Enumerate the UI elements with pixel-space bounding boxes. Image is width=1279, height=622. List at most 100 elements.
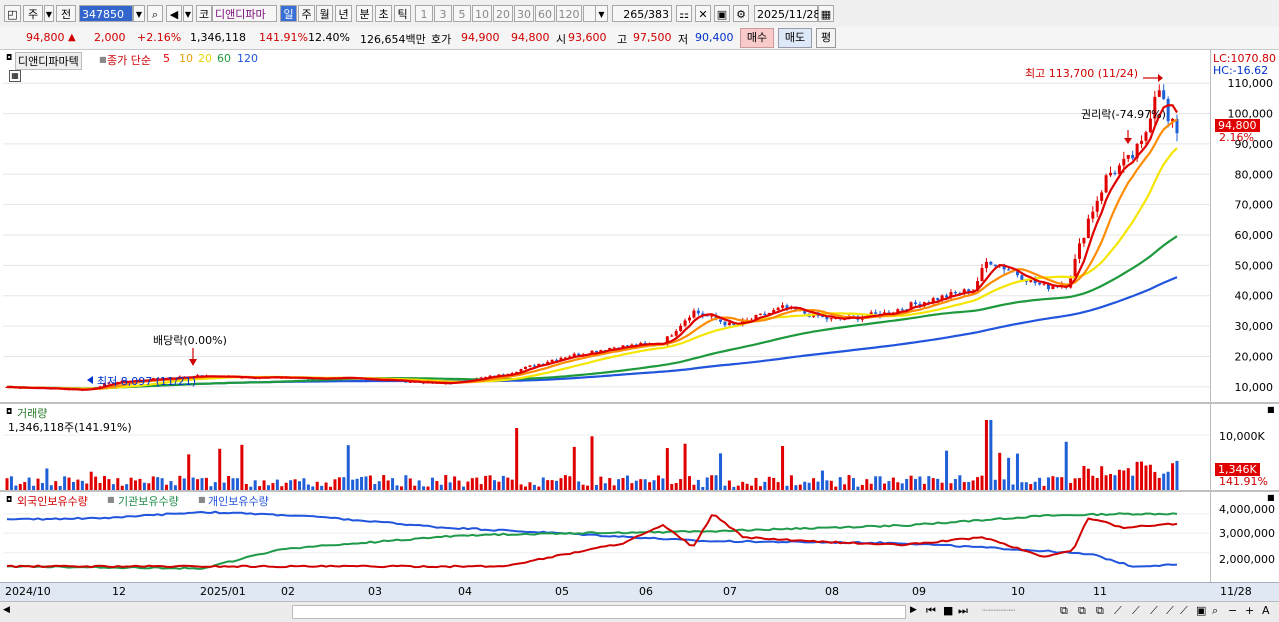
interval-3[interactable]: 3 bbox=[434, 5, 452, 22]
market-select[interactable]: 주 bbox=[23, 5, 43, 22]
rights-note: 권리락(-74.97%) bbox=[1081, 108, 1166, 121]
tool-icon-5[interactable]: ⟋ bbox=[1132, 604, 1140, 618]
period-tick[interactable]: 틱 bbox=[394, 5, 411, 22]
period-year[interactable]: 년 bbox=[335, 5, 352, 22]
volume-pane[interactable]: ◘ 거래량 1,346,118주(141.91%) bbox=[3, 404, 1210, 490]
code-dropdown-icon[interactable]: ▼ bbox=[133, 5, 145, 22]
candle-body bbox=[1091, 211, 1095, 219]
volume-bar bbox=[453, 476, 457, 490]
volume-collapse-icon[interactable]: ◘ bbox=[6, 407, 12, 416]
tool-icon-9[interactable]: ▣ bbox=[1196, 604, 1206, 617]
volume-bar bbox=[1082, 465, 1086, 490]
candle-body bbox=[980, 268, 984, 282]
candle-body bbox=[776, 307, 780, 310]
high-arrow-head bbox=[1158, 73, 1163, 82]
prev-button[interactable]: 전 bbox=[56, 5, 76, 22]
volume-bar bbox=[377, 481, 381, 490]
volume-bar bbox=[231, 478, 235, 490]
buy-button[interactable]: 매수 bbox=[740, 28, 774, 48]
collapse-icon[interactable]: ◘ bbox=[6, 53, 12, 62]
scroll-right-icon[interactable]: ▶ bbox=[910, 605, 917, 615]
code-prefix[interactable]: 코 bbox=[196, 5, 212, 22]
last-page-icon[interactable]: ⏭ bbox=[958, 604, 968, 618]
volume-bar bbox=[1051, 476, 1055, 490]
high-price: 97,500 bbox=[633, 31, 672, 44]
interval-60[interactable]: 60 bbox=[535, 5, 555, 22]
search-icon[interactable]: ⌕ bbox=[147, 5, 163, 22]
first-page-icon[interactable]: ⏮ bbox=[926, 604, 936, 618]
volume-bar bbox=[1002, 479, 1006, 490]
volume-bar bbox=[200, 478, 204, 490]
tool-icon-7[interactable]: ⟋ bbox=[1166, 604, 1174, 618]
candle-body bbox=[723, 321, 727, 326]
zoom-slider[interactable]: ┈┈┈┈┈ bbox=[982, 604, 1015, 617]
zoom-out-icon[interactable]: − bbox=[1228, 604, 1237, 617]
institution-holding-line bbox=[6, 512, 1178, 570]
speaker-dropdown-icon[interactable]: ▼ bbox=[183, 5, 193, 22]
volume-pane-close-icon[interactable]: ■ bbox=[1267, 405, 1275, 414]
grid-toggle-icon[interactable]: ▦ bbox=[9, 70, 21, 82]
volume-bar bbox=[643, 479, 647, 490]
volume-bar bbox=[546, 480, 550, 490]
volume-bar bbox=[630, 483, 634, 490]
interval-120[interactable]: 120 bbox=[556, 5, 582, 22]
holding-pane[interactable]: ◘ 외국인보유수량 ■ 기관보유수량 ■ 개인보유수량 bbox=[3, 492, 1210, 582]
save-icon[interactable]: ▣ bbox=[714, 5, 730, 22]
period-week[interactable]: 주 bbox=[298, 5, 315, 22]
font-size-icon[interactable]: A bbox=[1262, 604, 1270, 617]
tool-icon-4[interactable]: ⟋ bbox=[1114, 604, 1122, 618]
volume-bar bbox=[404, 475, 408, 490]
date-input[interactable]: 2025/11/28 bbox=[754, 5, 820, 22]
stop-icon[interactable]: ■ bbox=[943, 604, 953, 617]
period-minute[interactable]: 분 bbox=[356, 5, 373, 22]
sell-button[interactable]: 매도 bbox=[778, 28, 812, 48]
scroll-bar[interactable]: ◀ ▶ ⏮ ■ ⏭ ┈┈┈┈┈ ⧉ ⧉ ⧉ ⟋ ⟋ ⟋ ⟋ ⟋ ▣ ⌕ − + … bbox=[0, 601, 1279, 622]
volume-bar bbox=[204, 477, 208, 490]
volume-bar bbox=[142, 482, 146, 490]
candle-icon[interactable]: ⚏ bbox=[676, 5, 692, 22]
market-dropdown-icon[interactable]: ▼ bbox=[44, 5, 54, 22]
tool-icon-3[interactable]: ⧉ bbox=[1096, 604, 1104, 618]
period-day[interactable]: 일 bbox=[280, 5, 297, 22]
stock-code-input[interactable]: 347850 bbox=[79, 5, 133, 22]
eval-button[interactable]: 평 bbox=[816, 28, 836, 48]
tool-icon-1[interactable]: ⧉ bbox=[1060, 604, 1068, 618]
ma-title: 종가 단순 bbox=[107, 54, 151, 67]
interval-1[interactable]: 1 bbox=[415, 5, 433, 22]
interval-dropdown-icon[interactable]: ▼ bbox=[595, 5, 608, 22]
holding-pane-close-icon[interactable]: ■ bbox=[1267, 493, 1275, 502]
period-month[interactable]: 월 bbox=[316, 5, 333, 22]
volume-bar bbox=[275, 479, 279, 490]
layout-icon[interactable]: ◰ bbox=[4, 5, 21, 22]
candle-body bbox=[594, 350, 598, 353]
candle-body bbox=[1051, 286, 1055, 290]
interval-5[interactable]: 5 bbox=[453, 5, 471, 22]
tool-icon-2[interactable]: ⧉ bbox=[1078, 604, 1086, 618]
volume-bar bbox=[962, 482, 966, 490]
calendar-icon[interactable]: ▦ bbox=[818, 5, 834, 22]
price-pane[interactable]: ◘ 디앤디파마텍 ■ 종가 단순 5 10 20 60 120 ▦ 최고 113… bbox=[3, 50, 1210, 402]
interval-30[interactable]: 30 bbox=[514, 5, 534, 22]
scroll-left-icon[interactable]: ◀ bbox=[3, 605, 10, 615]
gear-icon[interactable]: ⚙ bbox=[733, 5, 749, 22]
volume-bar bbox=[812, 478, 816, 490]
tool-icon-6[interactable]: ⟋ bbox=[1150, 604, 1158, 618]
volume-bar bbox=[510, 479, 514, 490]
zoom-search-icon[interactable]: ⌕ bbox=[1212, 604, 1218, 618]
interval-20[interactable]: 20 bbox=[493, 5, 513, 22]
volume-bar bbox=[302, 478, 306, 490]
crosshair-icon[interactable]: ✕ bbox=[695, 5, 711, 22]
zoom-in-icon[interactable]: + bbox=[1245, 604, 1254, 617]
scroll-thumb[interactable] bbox=[292, 605, 906, 619]
count-field[interactable]: 265/383 bbox=[612, 5, 672, 22]
interval-10[interactable]: 10 bbox=[472, 5, 492, 22]
volume-bar bbox=[138, 478, 142, 490]
volume-bar bbox=[1060, 477, 1064, 490]
holding-collapse-icon[interactable]: ◘ bbox=[6, 495, 12, 504]
volume-bar bbox=[696, 479, 700, 490]
open-price: 93,600 bbox=[568, 31, 607, 44]
speaker-icon[interactable]: ◀ bbox=[166, 5, 182, 22]
period-second[interactable]: 초 bbox=[375, 5, 392, 22]
tool-icon-8[interactable]: ⟋ bbox=[1180, 604, 1188, 618]
volume-bar bbox=[710, 475, 714, 490]
